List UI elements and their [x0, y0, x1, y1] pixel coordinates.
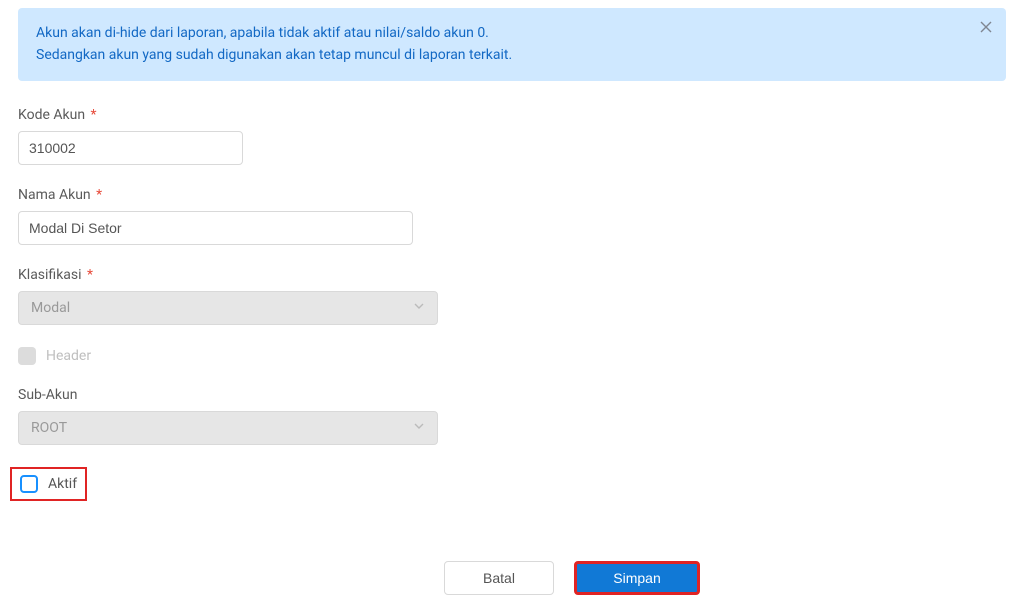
header-label: Header	[46, 348, 91, 364]
label-text: Kode Akun	[18, 107, 85, 123]
field-nama-akun: Nama Akun *	[18, 187, 1006, 245]
aktif-checkbox[interactable]	[20, 475, 38, 493]
select-value: ROOT	[31, 420, 67, 436]
label-klasifikasi: Klasifikasi *	[18, 267, 1006, 283]
required-marker: *	[87, 267, 93, 283]
save-button[interactable]: Simpan	[574, 561, 700, 595]
cancel-button[interactable]: Batal	[444, 561, 554, 595]
label-text: Klasifikasi	[18, 267, 82, 283]
field-kode-akun: Kode Akun *	[18, 107, 1006, 165]
header-checkbox	[18, 347, 36, 365]
field-sub-akun: Sub-Akun ROOT	[18, 387, 1006, 445]
select-value: Modal	[31, 300, 70, 316]
klasifikasi-select[interactable]: Modal	[18, 291, 438, 325]
label-text: Sub-Akun	[18, 387, 77, 403]
required-marker: *	[91, 107, 97, 123]
alert-line-2: Sedangkan akun yang sudah digunakan akan…	[36, 44, 966, 66]
nama-akun-input[interactable]	[18, 211, 413, 245]
close-icon[interactable]	[980, 18, 992, 40]
field-aktif: Aktif	[18, 467, 1006, 501]
label-nama-akun: Nama Akun *	[18, 187, 1006, 203]
required-marker: *	[96, 187, 102, 203]
chevron-down-icon	[413, 300, 425, 316]
field-header: Header	[18, 347, 1006, 365]
field-klasifikasi: Klasifikasi * Modal	[18, 267, 1006, 325]
aktif-label: Aktif	[48, 476, 77, 492]
label-kode-akun: Kode Akun *	[18, 107, 1006, 123]
form-footer: Batal Simpan	[18, 561, 1006, 595]
alert-line-1: Akun akan di-hide dari laporan, apabila …	[36, 22, 966, 44]
sub-akun-select[interactable]: ROOT	[18, 411, 438, 445]
aktif-highlight: Aktif	[10, 467, 87, 501]
info-alert: Akun akan di-hide dari laporan, apabila …	[18, 8, 1006, 81]
chevron-down-icon	[413, 420, 425, 436]
label-sub-akun: Sub-Akun	[18, 387, 1006, 403]
kode-akun-input[interactable]	[18, 131, 243, 165]
label-text: Nama Akun	[18, 187, 91, 203]
